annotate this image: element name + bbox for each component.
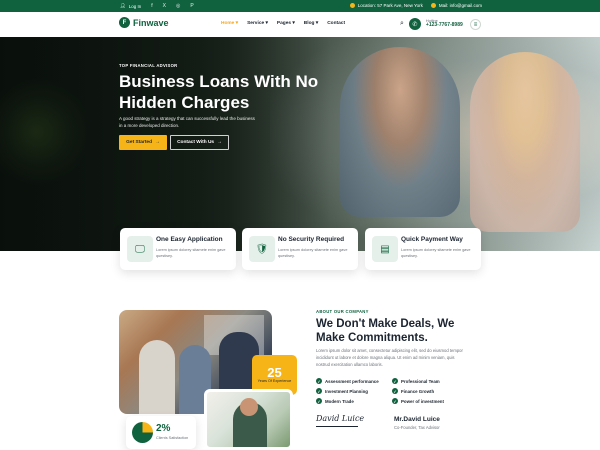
login-link[interactable]: 👤︎ Log In — [120, 3, 141, 9]
about-eyebrow: ABOUT OUR COMPANY — [316, 309, 369, 314]
logo-icon: F — [119, 17, 130, 28]
feature-card[interactable]: 🖵︎ One Easy Application Lorem ipsum dolo… — [120, 228, 236, 270]
check-icon: ✓ — [392, 388, 398, 394]
satisfaction-card: 2% Clients Satisfaction — [126, 416, 196, 449]
payment-icon: ▤ — [372, 236, 398, 262]
hero-photo-man — [340, 47, 460, 217]
nav-contact[interactable]: Contact — [327, 21, 345, 26]
feature-title: One Easy Application — [156, 236, 223, 243]
stat-label: Clients Satisfaction — [156, 436, 189, 440]
feature-checklist: ✓ Assessment performance ✓ Professional Te… — [316, 378, 456, 404]
about-text: Lorem ipsum dolor sit amet, consectetur … — [316, 348, 463, 367]
stat-value: 2% — [156, 423, 171, 434]
check-item: ✓ Investment Planning — [316, 388, 368, 394]
feature-desc: Lorem ipsum dolorey sitamete enim gave q… — [156, 248, 226, 258]
phone-icon[interactable]: ✆ — [408, 18, 421, 30]
x-twitter-icon[interactable]: X — [163, 3, 166, 9]
monitor-icon: 🖵︎ — [127, 236, 153, 262]
facebook-icon[interactable]: f — [151, 3, 152, 9]
location-info: Location: 57 Park Ave, New York — [349, 3, 423, 8]
founder-role: Co-Founder, Tax Advisor — [394, 425, 440, 430]
check-item: ✓ Power of investment — [392, 398, 444, 404]
hero-banner — [0, 37, 600, 251]
check-icon: ✓ — [392, 398, 398, 404]
mail-icon — [430, 3, 436, 8]
about-title: We Don't Make Deals, We Make Commitments… — [316, 318, 455, 344]
signature: David Luice — [316, 414, 365, 423]
check-item: ✓ Assessment performance — [316, 378, 379, 384]
office-photo — [204, 389, 293, 450]
feature-desc: Lorem ipsum dolorey sitamete enim gave q… — [401, 248, 471, 258]
top-bar: 👤︎ Log In f X ◎ P Location: 57 Park Ave, … — [0, 0, 600, 12]
main-header: F Finwave Home ▾ Service ▾ Pages ▾ Blog … — [0, 12, 600, 37]
shield-check-icon: 🛡︎ — [249, 236, 275, 262]
feature-desc: Lorem ipsum dolorey sitamete enim gave q… — [278, 248, 348, 258]
header-actions: ⌕ ✆ Hotline +123-7767-8989 — [400, 18, 463, 30]
check-item: ✓ Professional Team — [392, 378, 440, 384]
location-icon — [349, 3, 355, 8]
check-icon: ✓ — [392, 378, 398, 384]
check-icon: ✓ — [316, 398, 322, 404]
pinterest-icon[interactable]: P — [190, 3, 193, 9]
feature-title: Quick Payment Way — [401, 236, 463, 243]
check-item: ✓ Finance Growth — [392, 388, 435, 394]
instagram-icon[interactable]: ◎ — [176, 3, 180, 9]
check-item: ✓ Modern Trade — [316, 398, 354, 404]
brand-logo[interactable]: F Finwave — [119, 17, 169, 28]
feature-card[interactable]: ▤ Quick Payment Way Lorem ipsum dolorey … — [365, 228, 481, 270]
nav-service[interactable]: Service ▾ — [247, 21, 268, 26]
feature-card[interactable]: 🛡︎ No Security Required Lorem ipsum dolo… — [242, 228, 358, 270]
feature-title: No Security Required — [278, 236, 345, 243]
hero-title: Business Loans With No Hidden Charges — [119, 72, 319, 112]
check-icon: ✓ — [316, 378, 322, 384]
hero-tagline: TOP FINANCIAL ADVISOR — [119, 63, 178, 68]
brand-name: Finwave — [133, 17, 169, 28]
contact-button[interactable]: Contact With Us → — [170, 135, 229, 150]
hotline[interactable]: Hotline +123-7767-8989 — [426, 19, 463, 29]
menu-icon[interactable]: ≡ — [470, 19, 481, 30]
mail-info[interactable]: Mail: info@gmail.com — [430, 3, 482, 8]
user-icon: 👤︎ — [120, 3, 126, 8]
nav-home[interactable]: Home ▾ — [221, 21, 238, 26]
check-icon: ✓ — [316, 388, 322, 394]
arrow-right-icon: → — [217, 140, 222, 145]
nav-pages[interactable]: Pages ▾ — [277, 21, 295, 26]
arrow-right-icon: → — [155, 140, 160, 145]
main-nav: Home ▾ Service ▾ Pages ▾ Blog ▾ Contact — [221, 21, 345, 26]
nav-blog[interactable]: Blog ▾ — [304, 21, 318, 26]
founder-name: Mr.David Luice — [394, 416, 440, 423]
get-started-button[interactable]: Get Started → — [119, 135, 167, 150]
pie-chart-icon — [132, 422, 153, 443]
hero-subtitle: A good strategy is a strategy that can s… — [119, 116, 255, 128]
search-icon[interactable]: ⌕ — [400, 20, 404, 28]
hero-photo-woman — [470, 52, 580, 232]
